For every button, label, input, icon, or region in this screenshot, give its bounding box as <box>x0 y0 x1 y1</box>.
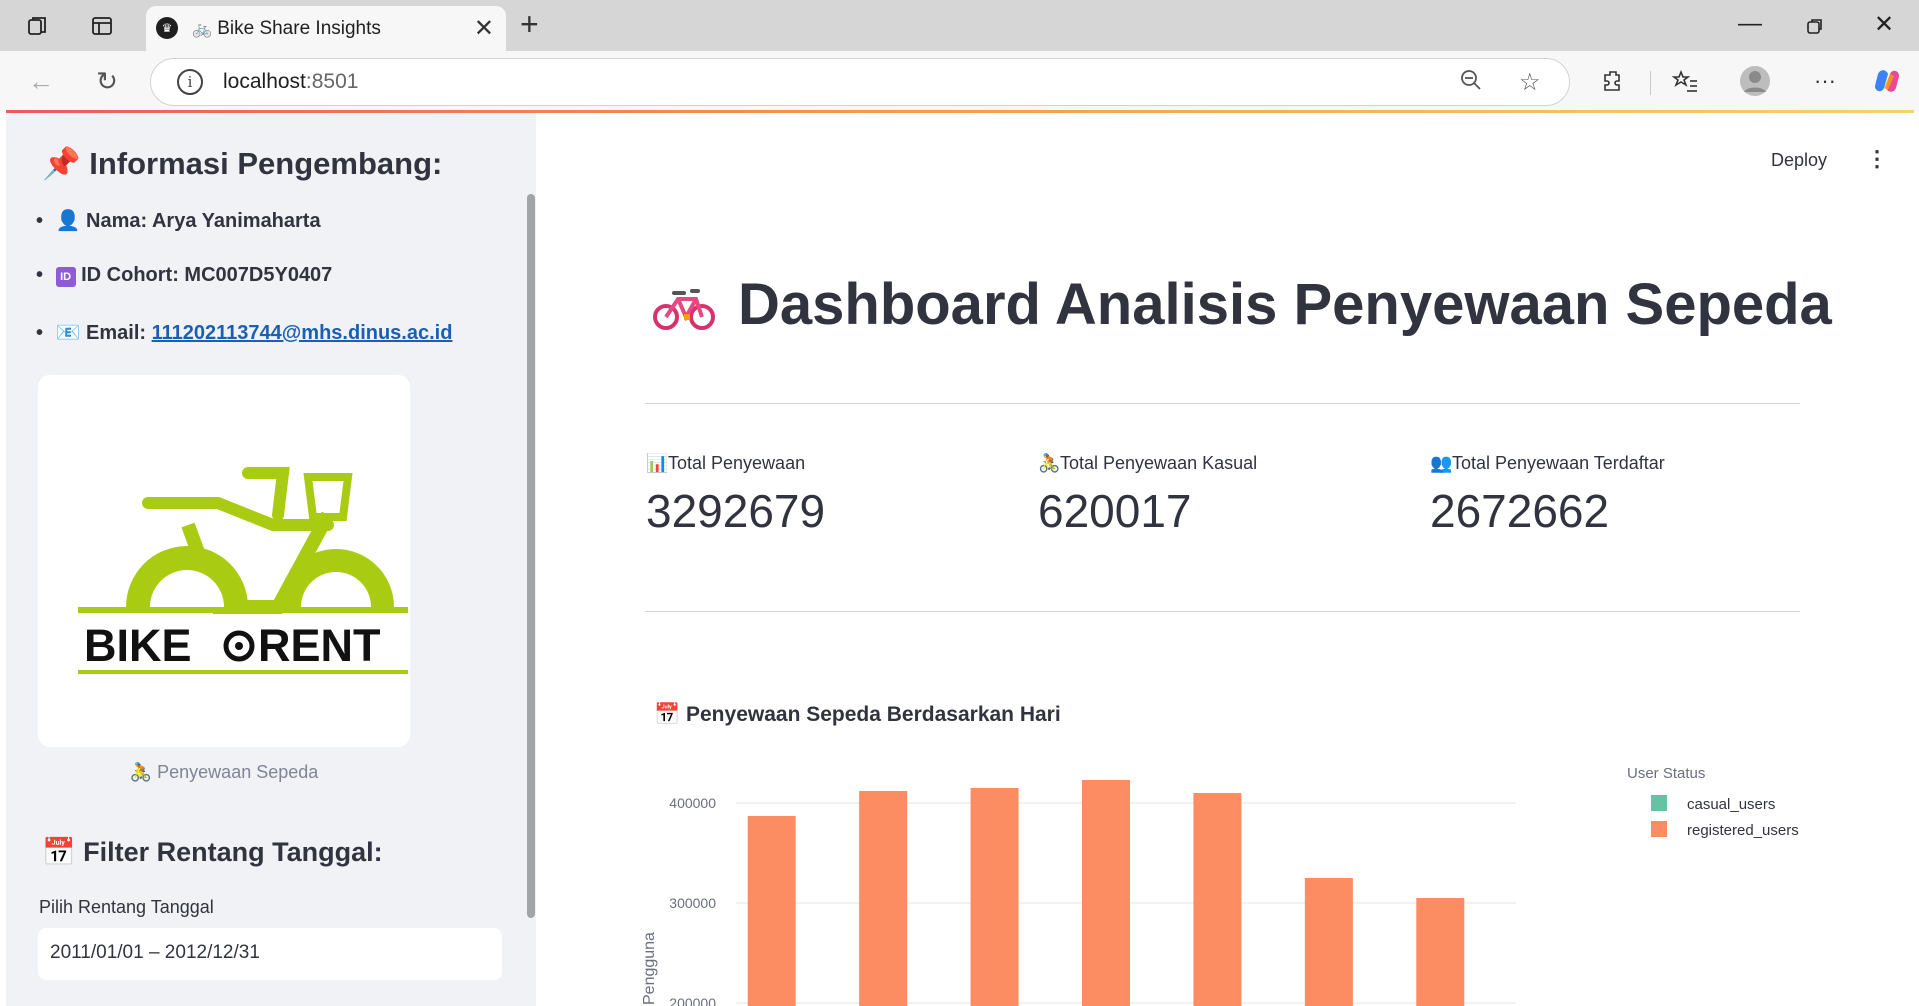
legend-label: registered_users <box>1687 822 1799 839</box>
bar-chart-icon: 📊 <box>646 453 669 473</box>
main-menu-icon[interactable]: ⋮ <box>1866 146 1888 172</box>
new-tab-icon[interactable]: + <box>520 8 539 40</box>
main-content: Deploy ⋮ Dashboard Analisis Penyewaan Se… <box>536 113 1914 1006</box>
developer-name: • 👤 Nama: Arya Yanimaharta <box>36 210 321 232</box>
bar-registered-users <box>747 816 796 1006</box>
developer-cohort: • ID ID Cohort: MC007D5Y0407 <box>36 264 333 287</box>
zoom-out-icon[interactable] <box>1459 68 1483 99</box>
y-tick-label: 400000 <box>669 795 716 811</box>
tab-title: 🚲 Bike Share Insights <box>192 18 381 39</box>
sidebar-scrollbar[interactable] <box>527 194 535 918</box>
legend-swatch <box>1651 821 1667 837</box>
workspaces-icon[interactable] <box>24 12 52 40</box>
more-options-icon[interactable]: ··· <box>1808 64 1842 98</box>
y-tick-label: 200000 <box>669 995 716 1006</box>
minimize-icon[interactable]: — <box>1738 10 1762 38</box>
bike-rent-logo: BIKE RENT <box>38 375 410 747</box>
metric-total: 📊Total Penyewaan 3292679 <box>646 453 826 537</box>
toolbar-divider <box>1650 71 1651 95</box>
streamlit-favicon-icon: ♛ <box>156 17 178 39</box>
y-tick-label: 300000 <box>669 895 716 911</box>
logo-caption: 🚴 Penyewaan Sepeda <box>129 762 319 782</box>
filter-title: 📅 Filter Rentang Tanggal: <box>42 837 383 867</box>
metric-value: 2672662 <box>1430 485 1610 537</box>
bicycle-icon: 🚲 <box>192 21 212 38</box>
email-icon: 📧 <box>55 322 81 344</box>
bar-registered-users <box>1082 780 1130 1006</box>
legend-title: User Status <box>1627 765 1705 782</box>
favorite-star-icon[interactable]: ☆ <box>1519 68 1541 97</box>
back-icon[interactable]: ← <box>24 64 58 98</box>
page-title: Dashboard Analisis Penyewaan Sepeda <box>738 272 1832 337</box>
legend-label: casual_users <box>1687 796 1775 813</box>
calendar-icon: 📅 <box>654 703 681 726</box>
site-info-icon[interactable]: i <box>177 69 203 95</box>
extensions-icon[interactable] <box>1596 64 1630 98</box>
favorites-icon[interactable] <box>1668 64 1702 98</box>
id-badge-icon: ID <box>55 267 76 287</box>
bar-registered-users <box>1416 898 1465 1006</box>
deploy-button[interactable]: Deploy <box>1771 150 1827 171</box>
svg-text:RENT: RENT <box>258 620 381 671</box>
metric-registered: 👥Total Penyewaan Terdaftar 2672662 <box>1430 453 1665 537</box>
legend-swatch <box>1651 795 1667 811</box>
refresh-icon[interactable]: ↻ <box>90 64 124 98</box>
close-window-icon[interactable]: ✕ <box>1874 10 1894 39</box>
restore-icon[interactable] <box>1806 14 1824 42</box>
pushpin-icon: 📌 <box>42 146 81 181</box>
svg-text:BIKE: BIKE <box>84 620 192 671</box>
copilot-icon[interactable] <box>1870 64 1904 98</box>
person-icon: 👤 <box>55 210 81 232</box>
browser-tabstrip: ♛ 🚲 Bike Share Insights ✕ + — ✕ <box>0 0 1919 51</box>
y-axis-label: l Pengguna <box>641 932 658 1006</box>
date-range-input[interactable]: 2011/01/01 – 2012/12/31 <box>38 928 502 980</box>
bar-registered-users <box>859 791 908 1006</box>
sidebar-title: 📌 Informasi Pengembang: <box>42 146 443 181</box>
profile-avatar-icon[interactable] <box>1738 64 1772 98</box>
calendar-icon: 📅 <box>42 837 76 867</box>
metric-value: 3292679 <box>646 485 826 537</box>
developer-email: • 📧 Email: 111202113744@mhs.dinus.ac.id <box>36 322 453 344</box>
cyclist-icon: 🚴 <box>129 762 153 782</box>
url-text[interactable]: localhost:8501 <box>223 70 358 94</box>
divider <box>645 403 1800 404</box>
tab-actions-icon[interactable] <box>88 12 116 40</box>
bicycle-icon <box>652 281 716 338</box>
date-range-label: Pilih Rentang Tanggal <box>39 897 214 917</box>
browser-toolbar: ← ↻ i localhost:8501 ☆ ··· <box>0 51 1919 112</box>
bike-rent-logo-graphic: BIKE RENT <box>78 467 408 674</box>
daily-rentals-bar-chart: 400000 300000 200000 l Pengguna User Status c… <box>641 765 1799 1006</box>
streamlit-page: 📌 Informasi Pengembang: • 👤 Nama: Arya Y… <box>6 113 1914 1006</box>
email-link[interactable]: 111202113744@mhs.dinus.ac.id <box>152 322 453 344</box>
cyclist-icon: 🚴 <box>1038 453 1061 473</box>
users-icon: 👥 <box>1430 453 1453 473</box>
address-bar[interactable]: i localhost:8501 ☆ <box>150 58 1570 106</box>
chart-title: 📅 Penyewaan Sepeda Berdasarkan Hari <box>654 703 1061 726</box>
browser-tab-active[interactable]: ♛ 🚲 Bike Share Insights ✕ <box>146 6 506 51</box>
bar-registered-users <box>1193 793 1242 1006</box>
bar-registered-users <box>970 788 1019 1006</box>
sidebar: 📌 Informasi Pengembang: • 👤 Nama: Arya Y… <box>6 113 536 1006</box>
bar-registered-users <box>1304 878 1353 1006</box>
divider <box>645 611 1800 612</box>
close-tab-icon[interactable]: ✕ <box>474 14 494 43</box>
metric-casual: 🚴Total Penyewaan Kasual 620017 <box>1038 453 1258 537</box>
metric-value: 620017 <box>1038 485 1192 537</box>
